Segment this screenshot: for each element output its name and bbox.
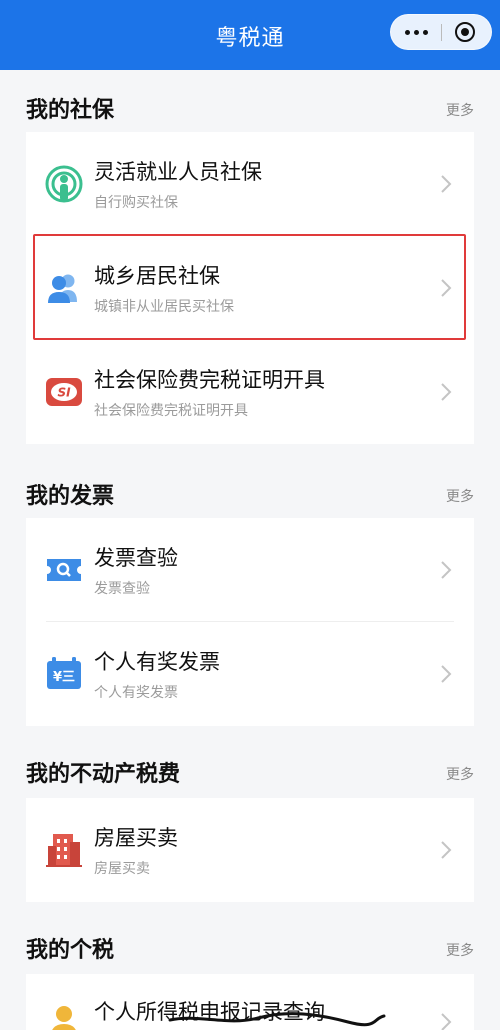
more-link[interactable]: 更多 [446, 486, 474, 506]
receipt-icon: ¥三 [47, 657, 81, 689]
item-subtitle: 发票查验 [94, 581, 150, 597]
item-subtitle: 社会保险费完税证明开具 [94, 403, 248, 419]
invoice-card: 发票查验 发票查验 ¥三 个人有奖发票 个人有奖发票 [26, 518, 474, 726]
section-title: 我的不动产税费 [26, 762, 181, 787]
miniprogram-capsule [390, 14, 492, 50]
item-subtitle: 房屋买卖 [94, 861, 150, 877]
chevron-right-icon [441, 561, 452, 579]
si-logo-text: SI [57, 386, 71, 400]
chevron-right-icon [441, 383, 452, 401]
social-insurance-logo-icon: SI [46, 378, 82, 406]
list-item-invoice-verify[interactable]: 发票查验 发票查验 [26, 518, 474, 622]
real-estate-card: 房屋买卖 房屋买卖 [26, 798, 474, 902]
highlight-box [33, 234, 466, 340]
item-subtitle: 自行购买社保 [94, 195, 178, 211]
item-title: 个人有奖发票 [94, 650, 220, 674]
list-item-prize-invoice[interactable]: ¥三 个人有奖发票 个人有奖发票 [26, 622, 474, 726]
chevron-right-icon [441, 841, 452, 859]
section-header-invoices: 我的发票 更多 [0, 474, 500, 514]
section-title: 我的发票 [26, 484, 115, 509]
chevron-right-icon [441, 1013, 452, 1030]
person-icon [52, 1006, 76, 1030]
yuan-icon-text: ¥三 [53, 670, 75, 685]
item-title: 社会保险费完税证明开具 [94, 368, 325, 392]
more-link[interactable]: 更多 [446, 940, 474, 960]
section-header-social-security: 我的社保 更多 [0, 88, 500, 128]
item-subtitle: 个人有奖发票 [94, 685, 178, 701]
more-link[interactable]: 更多 [446, 100, 474, 120]
ticket-search-icon [47, 559, 81, 581]
more-menu-icon[interactable] [391, 15, 441, 49]
item-title: 房屋买卖 [94, 826, 178, 850]
section-header-personal-tax: 我的个税 更多 [0, 928, 500, 968]
building-icon [46, 834, 82, 867]
item-title: 灵活就业人员社保 [94, 160, 262, 184]
more-link[interactable]: 更多 [446, 764, 474, 784]
section-header-real-estate: 我的不动产税费 更多 [0, 752, 500, 792]
section-title: 我的社保 [26, 98, 115, 123]
signal-person-icon [45, 165, 83, 203]
item-title: 发票查验 [94, 546, 178, 570]
chevron-right-icon [441, 175, 452, 193]
nav-bar: 粤税通 [0, 0, 500, 70]
close-target-icon[interactable] [455, 22, 475, 42]
list-item-tax-certificate[interactable]: SI 社会保险费完税证明开具 社会保险费完税证明开具 [26, 340, 474, 444]
capsule-divider [441, 24, 442, 41]
chevron-right-icon [441, 665, 452, 683]
section-title: 我的个税 [26, 938, 115, 963]
handwritten-strikethrough [168, 1012, 386, 1027]
list-item-flexible-employment[interactable]: 灵活就业人员社保 自行购买社保 [26, 132, 474, 236]
list-item-house-trade[interactable]: 房屋买卖 房屋买卖 [26, 798, 474, 902]
